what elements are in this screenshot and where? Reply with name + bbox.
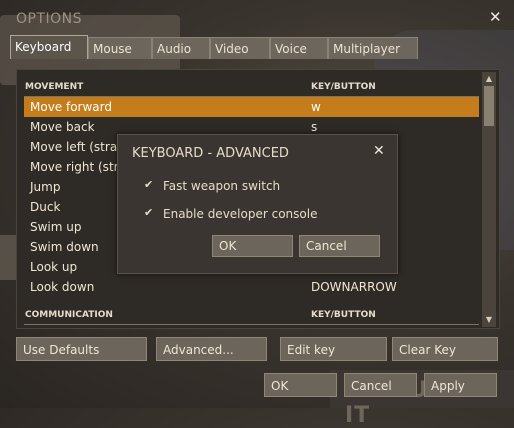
action-label: Move left (straf <box>30 140 122 154</box>
column-header-action: MOVEMENT <box>25 82 84 92</box>
keyboard-advanced-dialog: KEYBOARD - ADVANCED ✕ ✔ Fast weapon swit… <box>117 134 398 274</box>
window-title: OPTIONS <box>16 11 83 27</box>
action-label: Look up <box>30 260 78 274</box>
tab-multiplayer[interactable]: Multiplayer <box>328 37 418 59</box>
key-label: w <box>311 100 321 114</box>
tab-keyboard[interactable]: Keyboard <box>10 35 88 59</box>
dialog-ok-button[interactable]: OK <box>212 235 293 257</box>
advanced-button[interactable]: Advanced... <box>156 337 267 361</box>
action-label: Duck <box>30 200 61 214</box>
list-header-movement: MOVEMENT KEY/BUTTON <box>25 82 477 96</box>
tab-voice[interactable]: Voice <box>270 37 328 59</box>
checkbox-label: Enable developer console <box>163 207 318 221</box>
clear-key-button[interactable]: Clear Key <box>392 337 498 361</box>
dialog-title: KEYBOARD - ADVANCED <box>132 146 289 161</box>
list-header-communication: COMMUNICATION KEY/BUTTON <box>25 310 477 324</box>
use-defaults-button[interactable]: Use Defaults <box>16 337 147 361</box>
close-icon[interactable]: ✕ <box>373 143 385 159</box>
tab-mouse[interactable]: Mouse <box>88 37 152 59</box>
checkmark-icon: ✔ <box>144 178 154 191</box>
action-label: Move back <box>30 120 95 134</box>
close-icon[interactable]: ✕ <box>489 8 502 26</box>
action-label: Move forward <box>30 100 113 114</box>
key-label: DOWNARROW <box>311 280 397 294</box>
scroll-down-icon[interactable]: ▼ <box>483 314 495 326</box>
table-row[interactable]: Look down DOWNARROW <box>24 277 479 297</box>
checkbox-label: Fast weapon switch <box>163 179 281 193</box>
header-divider <box>24 324 479 325</box>
cancel-button[interactable]: Cancel <box>344 373 417 397</box>
tab-audio[interactable]: Audio <box>152 37 210 59</box>
table-row[interactable]: Move forward w <box>24 97 479 117</box>
action-label: Swim down <box>30 240 99 254</box>
action-label: Move right (stra <box>30 160 126 174</box>
scroll-up-icon[interactable]: ▲ <box>483 73 495 85</box>
edit-key-button[interactable]: Edit key <box>280 337 387 361</box>
list-scrollbar[interactable]: ▲ ▼ <box>482 72 496 327</box>
apply-button[interactable]: Apply <box>424 373 497 397</box>
checkmark-icon: ✔ <box>144 206 154 219</box>
column-header-action: COMMUNICATION <box>25 310 113 320</box>
action-label: Jump <box>30 180 61 194</box>
column-header-key: KEY/BUTTON <box>311 82 376 92</box>
action-label: Swim up <box>30 220 82 234</box>
tab-video[interactable]: Video <box>210 37 270 59</box>
dialog-cancel-button[interactable]: Cancel <box>299 235 380 257</box>
column-header-key: KEY/BUTTON <box>311 310 376 320</box>
action-label: Look down <box>30 280 95 294</box>
ok-button[interactable]: OK <box>264 373 337 397</box>
scroll-thumb[interactable] <box>484 86 494 126</box>
